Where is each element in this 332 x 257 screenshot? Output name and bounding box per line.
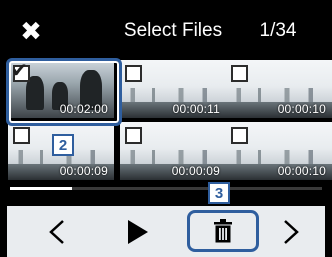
trash-icon xyxy=(214,219,232,243)
selection-checkbox[interactable] xyxy=(231,127,248,144)
file-thumbnail[interactable]: 00:00:10 xyxy=(226,60,332,118)
file-counter: 1/34 xyxy=(259,20,297,41)
selection-checkbox[interactable] xyxy=(13,127,30,144)
scrollbar-thumb[interactable] xyxy=(10,187,72,190)
duration-label: 00:00:09 xyxy=(59,164,108,178)
close-icon[interactable]: ✖ xyxy=(16,16,46,46)
file-thumbnail[interactable]: 00:00:10 xyxy=(226,122,332,180)
duration-label: 00:00:11 xyxy=(172,102,220,116)
page-title: Select Files xyxy=(123,20,223,41)
step-badge-2: 2 xyxy=(52,134,74,156)
scrollbar[interactable] xyxy=(10,187,322,190)
duration-label: 00:00:10 xyxy=(277,102,326,116)
selection-checkbox[interactable] xyxy=(125,127,142,144)
step-badge-3: 3 xyxy=(208,182,230,204)
chevron-right-icon xyxy=(284,219,299,244)
selection-checkbox[interactable] xyxy=(125,65,142,82)
duration-label: 00:00:09 xyxy=(171,164,220,178)
play-button[interactable] xyxy=(109,206,165,257)
bottom-toolbar xyxy=(7,206,325,257)
file-thumbnail[interactable]: 00:00:09 xyxy=(120,122,226,180)
file-thumbnail[interactable]: 00:00:11 xyxy=(120,60,226,118)
previous-button[interactable] xyxy=(29,206,85,257)
duration-label: 00:00:10 xyxy=(277,164,326,178)
file-selection-screen: ✖ Select Files 1/34 ✔ 00:02:00 00:00:11 … xyxy=(0,0,332,257)
next-button[interactable] xyxy=(263,206,319,257)
selected-thumbnail-highlight xyxy=(6,58,122,126)
chevron-left-icon xyxy=(49,219,64,244)
header-bar: ✖ Select Files 1/34 xyxy=(0,0,332,66)
play-icon xyxy=(128,219,148,244)
selection-checkbox[interactable] xyxy=(231,65,248,82)
delete-button[interactable] xyxy=(187,210,259,252)
